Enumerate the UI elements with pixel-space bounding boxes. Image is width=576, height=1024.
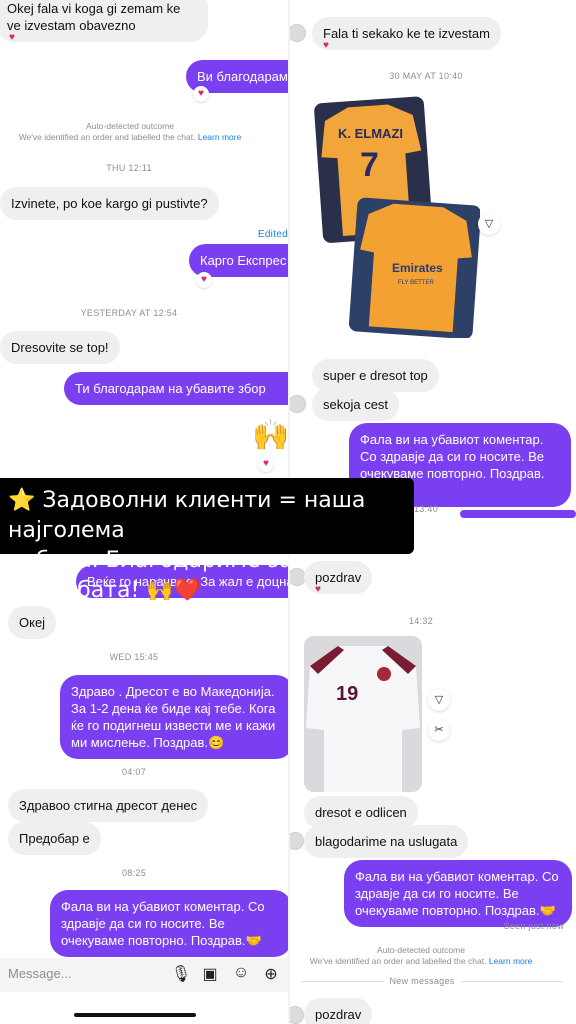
sponsor-print: Emirates [392,261,443,275]
message-composer[interactable]: Message... 🎙 ▣ ☺ ⊕ [0,958,290,992]
auto-detected-title: Auto-detected outcome [377,945,465,955]
auto-detected-body: We've identified an order and labelled t… [309,956,487,966]
learn-more-link[interactable]: Learn more [198,132,241,142]
sticker-icon[interactable]: ☺ [230,964,252,982]
timestamp: 08:25 [121,868,147,878]
auto-detected-body: We've identified an order and labelled t… [18,132,196,142]
incoming-message[interactable]: Здравоо стигна дресот денес [8,789,209,822]
heart-reaction-icon: ♥ [258,456,274,472]
avatar [290,1006,304,1024]
timestamp: 30 MAY AT 10:40 [389,71,463,81]
share-icon[interactable]: ▽ [428,689,450,711]
banner-line-1: ⭐ Задоволни клиенти = наша најголема [8,488,366,543]
outgoing-message[interactable]: Здраво . Дресот е во Македонија. За 1-2 … [60,675,290,759]
avatar [290,24,306,42]
sponsor-subprint: FLY BETTER [398,280,434,286]
avatar [290,832,304,850]
seen-status: Seen just now [503,921,564,931]
avatar [290,395,306,413]
banner-line-2: победа. Благодариме за довербата! 🙌❤️ [8,548,293,603]
incoming-message[interactable]: Dresovite se top! [0,331,120,364]
outgoing-message-edge [460,510,576,518]
jersey-number-print: 7 [360,146,379,184]
raising-hands-emoji[interactable]: 🙌 [252,418,289,453]
new-messages-divider: New messages [389,976,455,986]
learn-more-link[interactable]: Learn more [489,956,532,966]
jersey-photo[interactable]: K. ELMAZI 7 Emirates FLY BETTER [314,94,480,338]
jersey-photo-image: K. ELMAZI 7 Emirates FLY BETTER [314,96,480,338]
heart-reaction-icon: ♥ [193,86,209,102]
promo-banner: ⭐ Задоволни клиенти = наша најголема поб… [0,478,414,603]
add-icon[interactable]: ⊕ [260,964,282,984]
timestamp: 14:32 [408,616,434,626]
outgoing-message[interactable]: Фала ви на убавиот коментар. Со здравје … [344,860,572,927]
incoming-message[interactable]: Океј [8,606,57,639]
share-icon[interactable]: ▽ [478,213,500,235]
auto-detected-title: Auto-detected outcome [86,121,174,131]
heart-reaction-icon: ♥ [196,272,212,288]
timestamp: 04:07 [121,767,147,777]
gallery-icon[interactable]: ▣ [199,964,221,984]
divider-line [302,981,384,982]
incoming-message[interactable]: Okej fala vi koga gi zemam ke ve izvesta… [0,0,208,42]
auto-detected-outcome-notice: Auto-detected outcome We've identified a… [0,121,260,143]
incoming-message[interactable]: pozdrav [304,998,373,1024]
timestamp: THU 12:11 [106,163,152,173]
incoming-message[interactable]: Предобар е [8,822,101,855]
microphone-icon[interactable]: 🎙 [170,964,192,984]
incoming-message[interactable]: sekoja cest [312,388,400,421]
outgoing-message[interactable]: Фала ви на убавиот коментар. Со здравје … [50,890,290,957]
divider-line [462,981,562,982]
crop-icon[interactable]: ✂ [428,719,450,741]
jersey-name-print: K. ELMAZI [338,126,403,141]
message-input[interactable]: Message... [8,966,72,981]
incoming-message[interactable]: blagodarime na uslugata [304,825,469,858]
timestamp: WED 15:45 [109,652,159,662]
edited-label: Edited [257,229,288,240]
home-indicator [74,1013,196,1017]
jersey-photo-image: 19 [304,636,422,792]
jersey-number-print: 19 [336,683,358,705]
outgoing-message[interactable]: Ти благодарам на убавите збор [64,372,290,405]
timestamp: YESTERDAY AT 12:54 [80,308,178,318]
jersey-photo[interactable]: 19 [304,636,422,792]
auto-detected-outcome-notice: Auto-detected outcome We've identified a… [290,945,552,967]
incoming-message[interactable]: Fala ti sekako ke te izvestam [312,17,501,50]
heart-reaction-icon: ♥ [9,32,15,43]
heart-reaction-icon: ♥ [323,40,329,51]
incoming-message[interactable]: Izvinete, po koe kargo gi pustivte? [0,187,219,220]
